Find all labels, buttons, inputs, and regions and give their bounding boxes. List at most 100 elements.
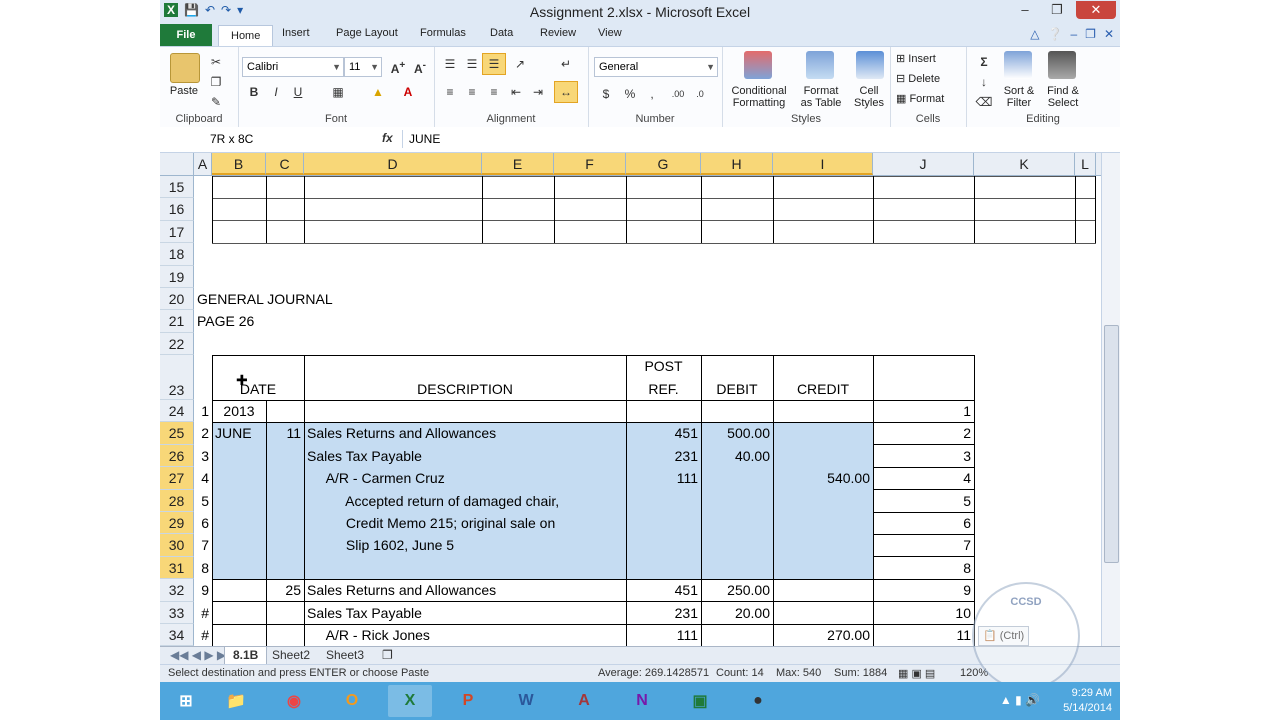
worksheet-grid[interactable]: 15 16 17 18 19 20 21 22 23 24 25 26 27 2… (160, 176, 1096, 646)
row-header-15[interactable]: 15 (160, 176, 194, 199)
cell-a[interactable]: 1 (194, 400, 212, 422)
cell-a[interactable]: 7 (194, 534, 212, 556)
format-cells-button[interactable]: ▦ Format (896, 93, 944, 105)
column-header-i[interactable]: I (773, 153, 873, 175)
cell-j[interactable]: 3 (873, 445, 974, 467)
cell-c[interactable] (266, 445, 304, 467)
tab-page-layout[interactable]: Page Layout (336, 27, 398, 39)
cell-d[interactable]: Sales Tax Payable (304, 445, 626, 467)
cell-g[interactable]: 451 (626, 422, 701, 444)
cell-j[interactable]: 6 (873, 512, 974, 534)
system-tray-icons[interactable]: ▲ ▮ 🔊 (1000, 693, 1040, 707)
cell-b[interactable] (212, 602, 266, 624)
cell-j[interactable]: 8 (873, 557, 974, 579)
grow-font-icon[interactable]: A+ (386, 55, 410, 77)
cell-h[interactable] (701, 400, 773, 422)
row-header-26[interactable]: 26 (160, 444, 194, 468)
decrease-indent-icon[interactable]: ⇤ (504, 81, 528, 103)
cell-a[interactable]: # (194, 602, 212, 624)
cell-h[interactable] (701, 557, 773, 579)
wrap-text-icon[interactable]: ↵ (554, 53, 578, 75)
tab-file[interactable]: File (160, 24, 212, 46)
help-icon[interactable]: ❔ (1048, 27, 1063, 41)
cell-b[interactable] (212, 467, 266, 489)
cell-c[interactable]: 11 (266, 422, 304, 444)
align-middle-icon[interactable]: ☰ (460, 53, 484, 75)
cell-d[interactable] (304, 400, 626, 422)
cell-g[interactable] (626, 557, 701, 579)
paste-icon[interactable] (170, 53, 200, 83)
comma-icon[interactable]: , (640, 83, 664, 105)
cell-g[interactable] (626, 534, 701, 556)
cell-c[interactable] (266, 534, 304, 556)
autosum-icon[interactable]: Σ (972, 51, 996, 73)
cell-c[interactable]: 25 (266, 579, 304, 601)
onenote-icon[interactable]: N (620, 685, 664, 717)
cell-i[interactable] (773, 422, 873, 444)
row-header-23[interactable]: 23 (160, 355, 194, 400)
cell-h[interactable]: 500.00 (701, 422, 773, 444)
delete-cells-button[interactable]: ⊟ Delete (896, 73, 940, 85)
cell-g[interactable]: 111 (626, 467, 701, 489)
journal-page[interactable]: PAGE 26 (194, 310, 394, 332)
cell-j[interactable]: 11 (873, 624, 974, 646)
column-header-e[interactable]: E (482, 153, 554, 175)
align-left-icon[interactable]: ≡ (438, 81, 462, 103)
cell-i[interactable] (773, 579, 873, 601)
cell-g[interactable]: 231 (626, 602, 701, 624)
vertical-scrollbar[interactable] (1101, 153, 1120, 647)
borders-icon[interactable]: ▦ (326, 81, 350, 103)
close-button[interactable]: ✕ (1076, 1, 1116, 19)
column-header-b[interactable]: B (212, 153, 266, 175)
header-post[interactable]: POST (626, 355, 701, 377)
cell-b[interactable] (212, 490, 266, 512)
cell-j[interactable]: 1 (873, 400, 974, 422)
sort-filter-button[interactable]: Sort & Filter (998, 85, 1040, 109)
access-icon[interactable]: A (562, 685, 606, 717)
cell-b[interactable] (212, 445, 266, 467)
cell-b[interactable] (212, 579, 266, 601)
align-top-icon[interactable]: ☰ (438, 53, 462, 75)
column-header-f[interactable]: F (554, 153, 626, 175)
format-as-table-button[interactable]: Format as Table (794, 85, 848, 109)
cell-i[interactable] (773, 400, 873, 422)
column-header-k[interactable]: K (974, 153, 1075, 175)
header-ref[interactable]: REF. (626, 378, 701, 400)
cell-c[interactable] (266, 512, 304, 534)
column-header-l[interactable]: L (1075, 153, 1096, 175)
cell-h[interactable] (701, 467, 773, 489)
row-header-29[interactable]: 29 (160, 512, 194, 535)
italic-icon[interactable]: I (264, 81, 288, 103)
cell-g[interactable]: 451 (626, 579, 701, 601)
row-header-22[interactable]: 22 (160, 332, 194, 356)
cell-a[interactable]: # (194, 624, 212, 646)
new-sheet-icon[interactable]: ❐ (374, 647, 401, 664)
tab-formulas[interactable]: Formulas (420, 27, 466, 39)
column-header-h[interactable]: H (701, 153, 773, 175)
file-explorer-icon[interactable]: 📁 (214, 685, 258, 717)
cell-c[interactable] (266, 400, 304, 422)
bold-icon[interactable]: B (242, 81, 266, 103)
copy-icon[interactable]: ❐ (204, 71, 228, 93)
cell-g[interactable] (626, 490, 701, 512)
align-bottom-icon[interactable]: ☰ (482, 53, 506, 75)
cell-b[interactable]: JUNE (212, 422, 266, 444)
align-right-icon[interactable]: ≡ (482, 81, 506, 103)
increase-indent-icon[interactable]: ⇥ (526, 81, 550, 103)
excel-taskbar-icon[interactable]: X (388, 685, 432, 717)
align-center-icon[interactable]: ≡ (460, 81, 484, 103)
row-header-28[interactable]: 28 (160, 489, 194, 512)
currency-icon[interactable]: $ (594, 83, 618, 105)
row-header-32[interactable]: 32 (160, 579, 194, 602)
column-header-d[interactable]: D (304, 153, 482, 175)
cell-i[interactable]: 540.00 (773, 467, 873, 489)
sheet-tab-sheet2[interactable]: Sheet2 (264, 647, 318, 664)
cell-a[interactable]: 9 (194, 579, 212, 601)
cell-h[interactable]: 20.00 (701, 602, 773, 624)
cell-i[interactable] (773, 602, 873, 624)
word-icon[interactable]: W (504, 685, 548, 717)
row-header-21[interactable]: 21 (160, 310, 194, 333)
cell-a[interactable]: 8 (194, 557, 212, 579)
number-format-select[interactable]: General ▼ (594, 57, 718, 77)
cell-c[interactable] (266, 467, 304, 489)
